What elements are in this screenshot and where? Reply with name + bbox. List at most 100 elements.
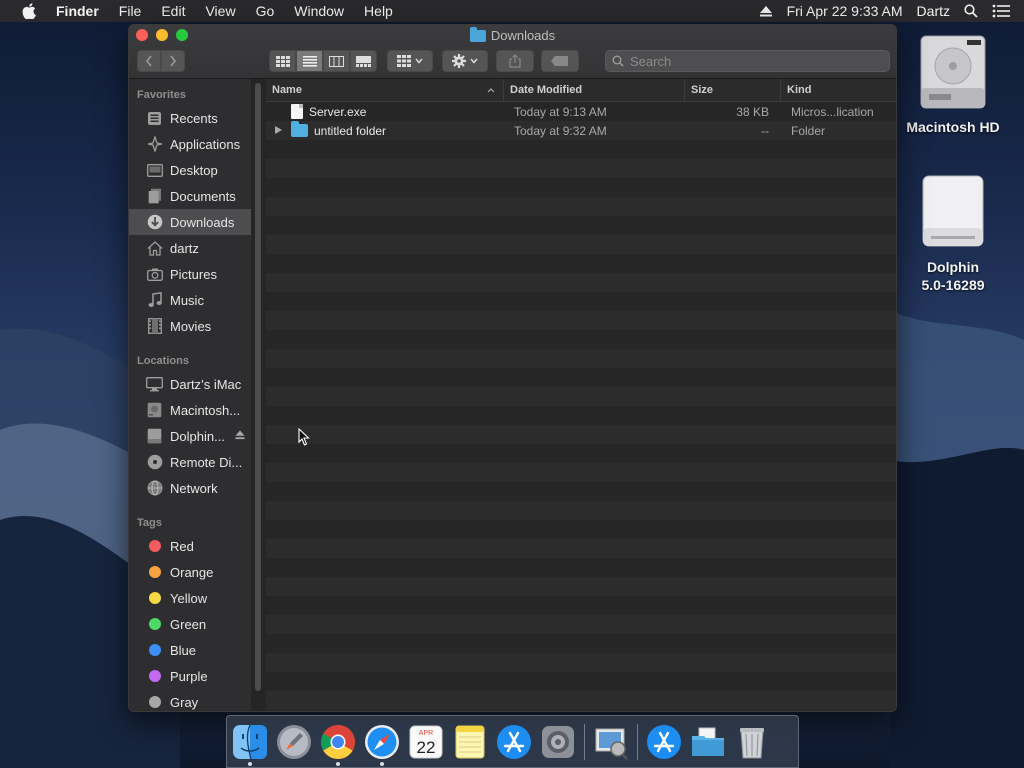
sidebar-item-label: Purple	[170, 668, 208, 684]
list-icon	[302, 55, 317, 67]
view-mode-selector	[269, 50, 377, 72]
dock-calendar[interactable]: APR 22	[408, 724, 444, 760]
sidebar-scrollbar[interactable]	[255, 83, 261, 691]
sidebar-item-movies[interactable]: Movies	[129, 313, 251, 339]
sidebar-item-label: Dartz’s iMac	[170, 376, 242, 392]
dock-chrome[interactable]	[320, 724, 356, 766]
file-date-modified: Today at 9:32 AM	[514, 123, 607, 138]
sidebar-item-label: Desktop	[170, 162, 218, 178]
home-icon	[146, 240, 163, 257]
sidebar-item-tag-orange[interactable]: Orange	[129, 559, 251, 585]
menu-view[interactable]: View	[195, 3, 245, 19]
dock-preview[interactable]	[593, 724, 629, 760]
sidebar-item-tag-red[interactable]: Red	[129, 533, 251, 559]
dock-safari[interactable]	[364, 724, 400, 766]
columns-icon	[329, 55, 344, 67]
group-by-button[interactable]	[387, 50, 433, 72]
dock-launchpad[interactable]	[276, 724, 312, 760]
calendar-icon: APR 22	[409, 725, 443, 758]
chevron-left-icon	[145, 55, 152, 67]
tag-icon	[551, 56, 568, 66]
computer-icon	[146, 376, 163, 393]
menu-go[interactable]: Go	[246, 3, 285, 19]
dock-notes[interactable]	[452, 724, 488, 760]
sidebar-item-recents[interactable]: Recents	[129, 105, 251, 131]
forward-button[interactable]	[161, 50, 185, 72]
sidebar-item-network[interactable]: Network	[129, 475, 251, 501]
film-icon	[146, 318, 163, 335]
eject-menu-icon[interactable]	[752, 5, 780, 17]
desktop-icon-macintosh-hd[interactable]: Macintosh HD	[898, 32, 1008, 136]
window-titlebar[interactable]: Downloads	[129, 25, 896, 79]
sidebar-item-macintosh-hd[interactable]: Macintosh...	[129, 397, 251, 423]
sidebar-item-documents[interactable]: Documents	[129, 183, 251, 209]
apple-menu-icon[interactable]	[18, 3, 40, 19]
sidebar-item-remote-disc[interactable]: Remote Di...	[129, 449, 251, 475]
sidebar-item-downloads[interactable]: Downloads	[129, 209, 251, 235]
chevron-right-icon	[170, 55, 177, 67]
file-row-untitled-folder[interactable]: untitled folder Today at 9:32 AM -- Fold…	[266, 121, 896, 140]
sidebar-item-desktop[interactable]: Desktop	[129, 157, 251, 183]
dock-system-preferences[interactable]	[540, 724, 576, 760]
sidebar-item-applications[interactable]: Applications	[129, 131, 251, 157]
finder-icon	[233, 724, 267, 759]
sidebar-item-label: Downloads	[170, 214, 235, 230]
eject-icon[interactable]	[235, 430, 245, 443]
dock-downloads-stack[interactable]	[690, 724, 726, 760]
tag-color-dot	[148, 644, 161, 656]
sidebar-item-pictures[interactable]: Pictures	[129, 261, 251, 287]
window-title: Downloads	[129, 26, 896, 43]
back-button[interactable]	[137, 50, 161, 72]
sidebar-item-music[interactable]: Music	[129, 287, 251, 313]
icon-view-button[interactable]	[269, 50, 296, 72]
menu-window[interactable]: Window	[284, 3, 354, 19]
menu-edit[interactable]: Edit	[151, 3, 195, 19]
column-header-name[interactable]: Name	[266, 79, 504, 101]
desktop-label-dolphin: Dolphin 5.0-16289	[921, 258, 984, 294]
column-view-button[interactable]	[323, 50, 350, 72]
menu-help[interactable]: Help	[354, 3, 403, 19]
column-header-size[interactable]: Size	[685, 79, 781, 101]
spotlight-search-icon[interactable]	[957, 4, 985, 18]
sidebar-item-label: Red	[170, 538, 194, 554]
list-view-button[interactable]	[296, 50, 323, 72]
desktop-icon-dolphin[interactable]: Dolphin 5.0-16289	[898, 172, 1008, 294]
sidebar-item-tag-blue[interactable]: Blue	[129, 637, 251, 663]
dock-app-store[interactable]	[496, 724, 532, 760]
remote-disc-icon	[146, 454, 163, 471]
dock-trash[interactable]	[734, 724, 770, 760]
sidebar-item-tag-gray[interactable]: Gray	[129, 689, 251, 711]
share-button[interactable]	[496, 50, 534, 72]
sidebar-item-dartz[interactable]: dartz	[129, 235, 251, 261]
disclosure-triangle-icon[interactable]	[275, 125, 285, 136]
column-header-label: Size	[691, 84, 714, 96]
search-input[interactable]	[630, 53, 870, 69]
column-header-date-modified[interactable]: Date Modified	[504, 79, 685, 101]
sidebar-item-tag-yellow[interactable]: Yellow	[129, 585, 251, 611]
dock-applications-stack[interactable]	[646, 724, 682, 760]
dock-finder[interactable]	[232, 724, 268, 766]
file-size: 38 KB	[736, 104, 769, 119]
action-button[interactable]	[442, 50, 488, 72]
menu-finder[interactable]: Finder	[54, 3, 109, 19]
clock[interactable]: Fri Apr 22 9:33 AM	[780, 3, 910, 19]
sidebar-item-dolphin[interactable]: Dolphin...	[129, 423, 251, 449]
notification-center-icon[interactable]	[985, 4, 1024, 18]
file-row-server-exe[interactable]: Server.exe Today at 9:13 AM 38 KB Micros…	[266, 102, 896, 121]
sidebar-item-label: dartz	[170, 240, 199, 256]
sidebar-section-tags: Tags	[137, 517, 162, 529]
recents-icon	[146, 110, 163, 127]
gear-icon	[452, 54, 466, 68]
tags-button[interactable]	[541, 50, 579, 72]
menu-file[interactable]: File	[109, 3, 152, 19]
search-field[interactable]	[605, 50, 890, 72]
column-header-kind[interactable]: Kind	[781, 79, 896, 101]
sidebar-item-tag-green[interactable]: Green	[129, 611, 251, 637]
sidebar-item-tag-purple[interactable]: Purple	[129, 663, 251, 689]
sidebar-item-dartz-imac[interactable]: Dartz’s iMac	[129, 371, 251, 397]
gallery-view-button[interactable]	[350, 50, 377, 72]
file-name: untitled folder	[314, 123, 387, 138]
downloads-folder-icon	[692, 727, 724, 756]
app-store-icon	[647, 724, 681, 759]
user-menu[interactable]: Dartz	[910, 3, 957, 19]
